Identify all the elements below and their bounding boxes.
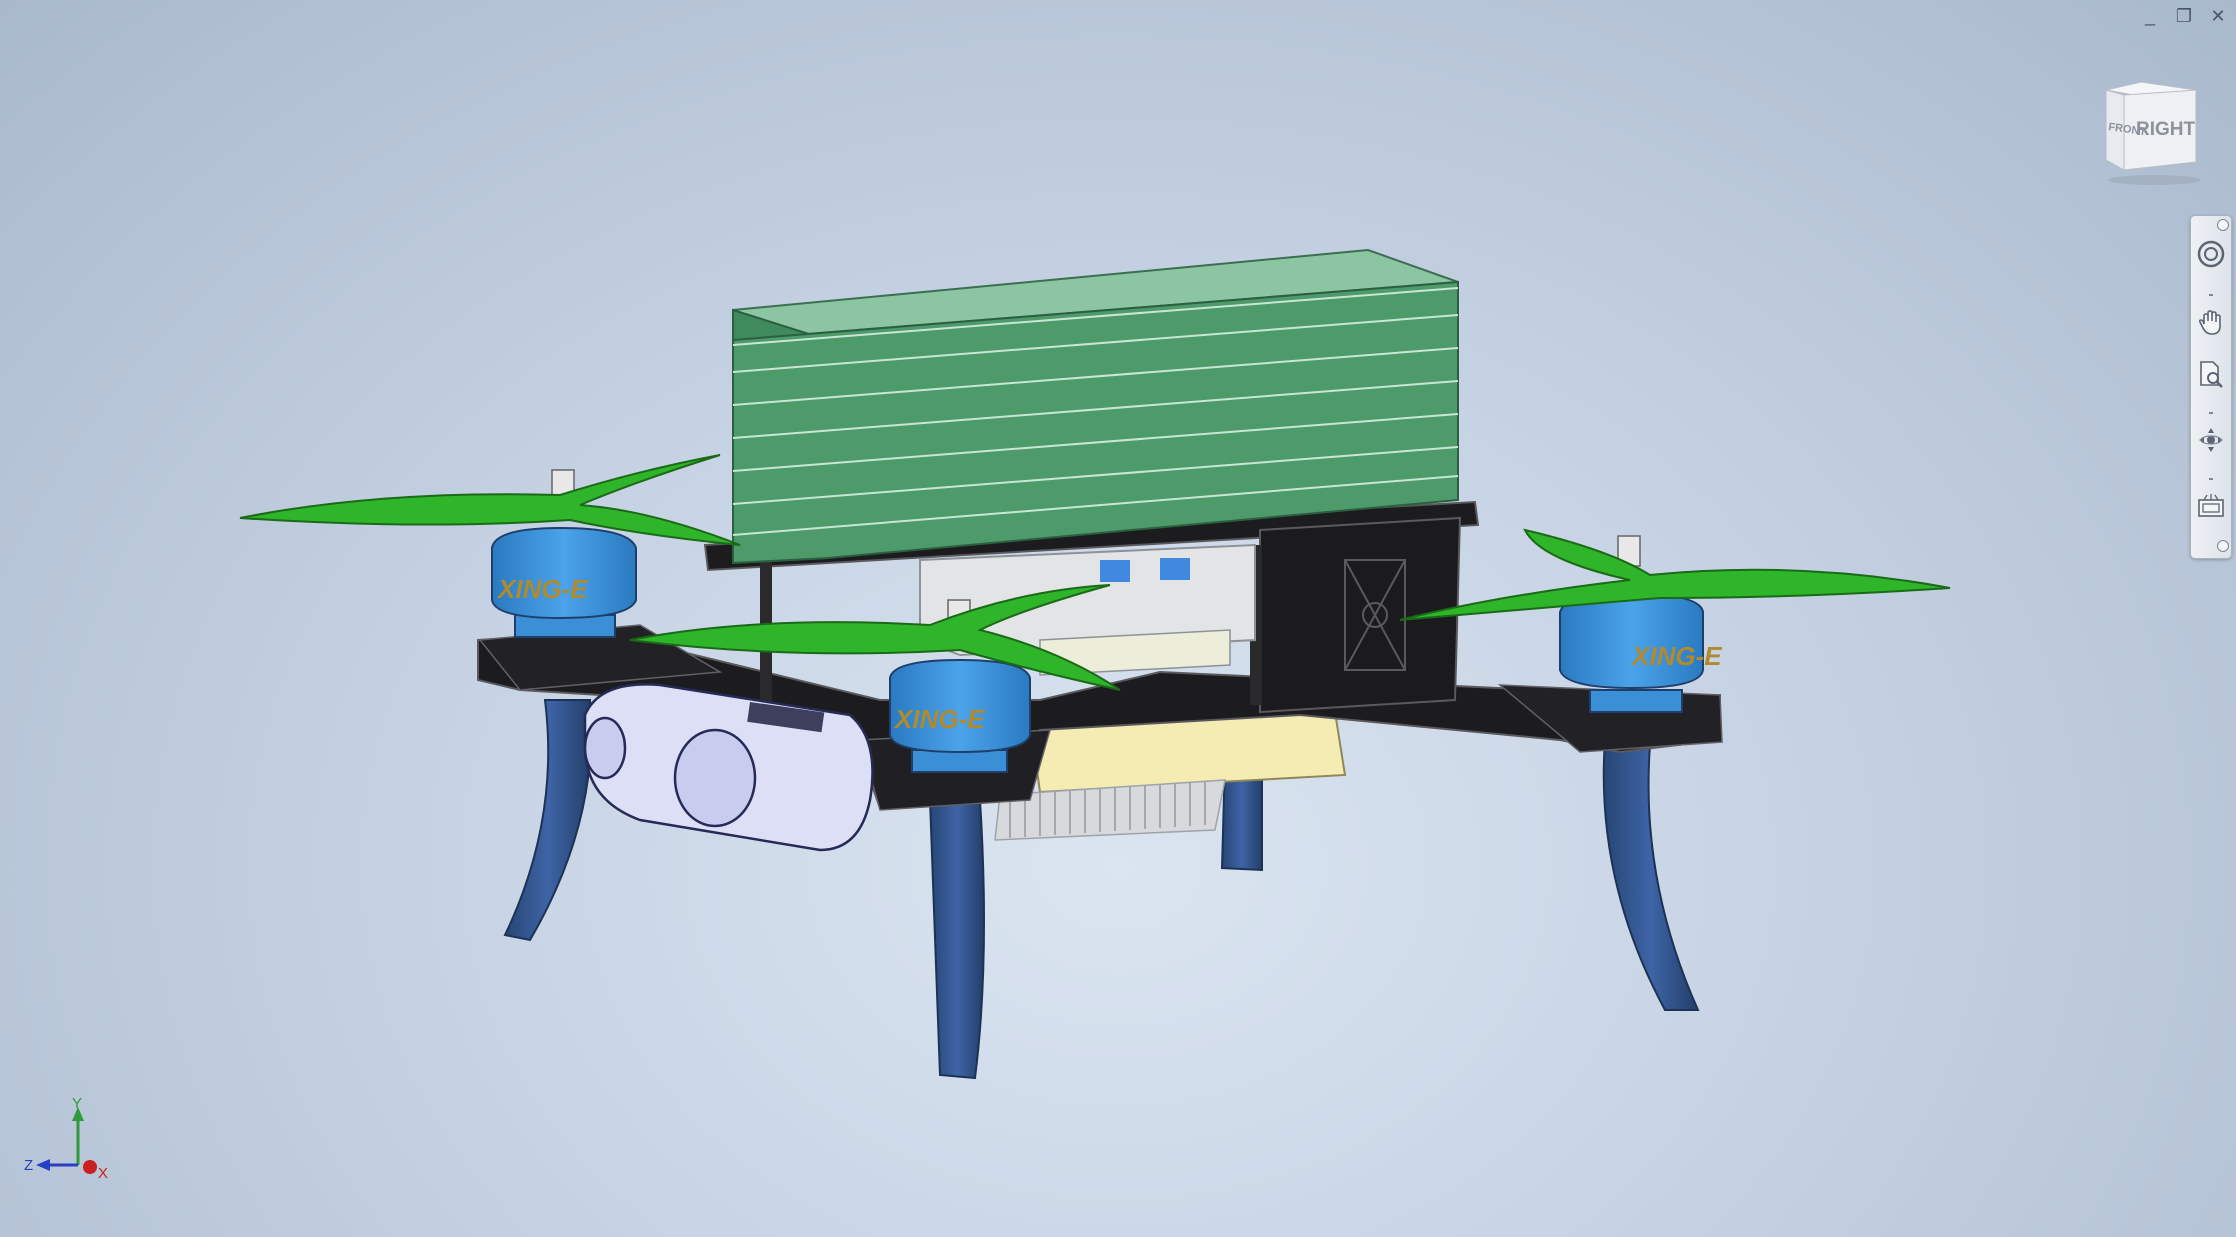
camera-lens-left <box>583 716 627 780</box>
motor-base <box>911 749 1008 773</box>
z-axis-label: Z <box>24 1157 33 1174</box>
camera-lens-right <box>673 728 757 828</box>
motor-base <box>1589 689 1683 713</box>
x-axis-label: X <box>98 1165 108 1182</box>
axis-triad: Y Z X <box>24 1095 108 1182</box>
motor-label: XING-E <box>496 574 588 604</box>
usb-port <box>1160 558 1190 580</box>
motor-label: XING-E <box>1630 641 1722 671</box>
x-axis-marker <box>83 1160 97 1174</box>
usb-port <box>1100 560 1130 582</box>
model-viewport[interactable]: XING-E XING-E XING-E <box>0 0 2236 1237</box>
motor-bell[interactable] <box>491 526 637 620</box>
motor-label: XING-E <box>893 704 985 734</box>
z-axis-arrow <box>36 1159 50 1171</box>
propeller-rear-left[interactable] <box>239 454 741 546</box>
landing-leg-rear-left[interactable] <box>503 699 593 942</box>
landing-leg-front-left[interactable] <box>928 799 985 1080</box>
y-axis-label: Y <box>72 1095 82 1112</box>
landing-leg-rear-right[interactable] <box>1602 738 1700 1011</box>
